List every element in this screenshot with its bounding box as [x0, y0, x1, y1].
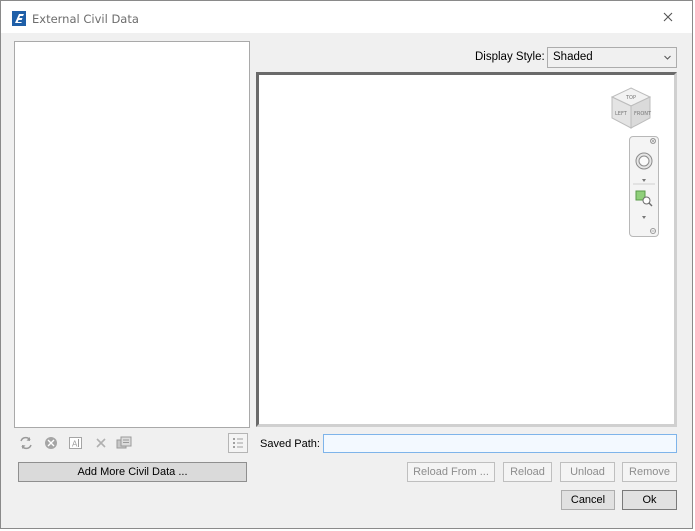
- remove-button[interactable]: Remove: [622, 462, 677, 482]
- ok-button[interactable]: Ok: [622, 490, 677, 510]
- app-logo-icon: [12, 11, 26, 26]
- refresh-icon[interactable]: [17, 434, 35, 452]
- display-style-select[interactable]: Shaded: [547, 47, 677, 68]
- add-more-civil-data-button[interactable]: Add More Civil Data ...: [18, 462, 247, 482]
- zoom-window-icon[interactable]: [635, 189, 653, 207]
- chevron-down-icon[interactable]: [640, 174, 648, 182]
- title-bar: External Civil Data: [1, 1, 692, 33]
- reload-from-button[interactable]: Reload From ...: [407, 462, 495, 482]
- window-title: External Civil Data: [32, 12, 139, 26]
- detach-icon[interactable]: [42, 434, 60, 452]
- svg-text:A: A: [72, 440, 78, 449]
- delete-icon[interactable]: [92, 434, 110, 452]
- cancel-button[interactable]: Cancel: [561, 490, 615, 510]
- external-civil-data-dialog: External Civil Data A Add More Civil Dat…: [0, 0, 693, 529]
- reload-button[interactable]: Reload: [503, 462, 552, 482]
- close-icon[interactable]: [660, 9, 676, 25]
- display-style-value: Shaded: [553, 51, 593, 63]
- preview-viewport[interactable]: TOP LEFT FRONT: [256, 72, 677, 427]
- unload-button[interactable]: Unload: [560, 462, 615, 482]
- list-view-button[interactable]: [228, 433, 248, 453]
- saved-path-field[interactable]: [323, 434, 677, 453]
- list-view-icon: [229, 438, 247, 455]
- navigation-bar: [629, 136, 659, 237]
- viewcube-icon[interactable]: TOP LEFT FRONT: [608, 85, 654, 131]
- properties-icon[interactable]: [115, 434, 133, 452]
- civil-data-tree[interactable]: [14, 41, 250, 428]
- display-style-label: Display Style:: [475, 51, 545, 63]
- chevron-down-icon: [663, 52, 672, 61]
- viewcube-left-label: LEFT: [615, 111, 628, 117]
- viewcube-top-label: TOP: [625, 95, 636, 101]
- viewcube-front-label: FRONT: [634, 111, 652, 117]
- rename-icon[interactable]: A: [67, 434, 85, 452]
- saved-path-label: Saved Path:: [260, 438, 320, 450]
- orbit-icon[interactable]: [634, 151, 654, 171]
- chevron-down-icon[interactable]: [640, 211, 648, 219]
